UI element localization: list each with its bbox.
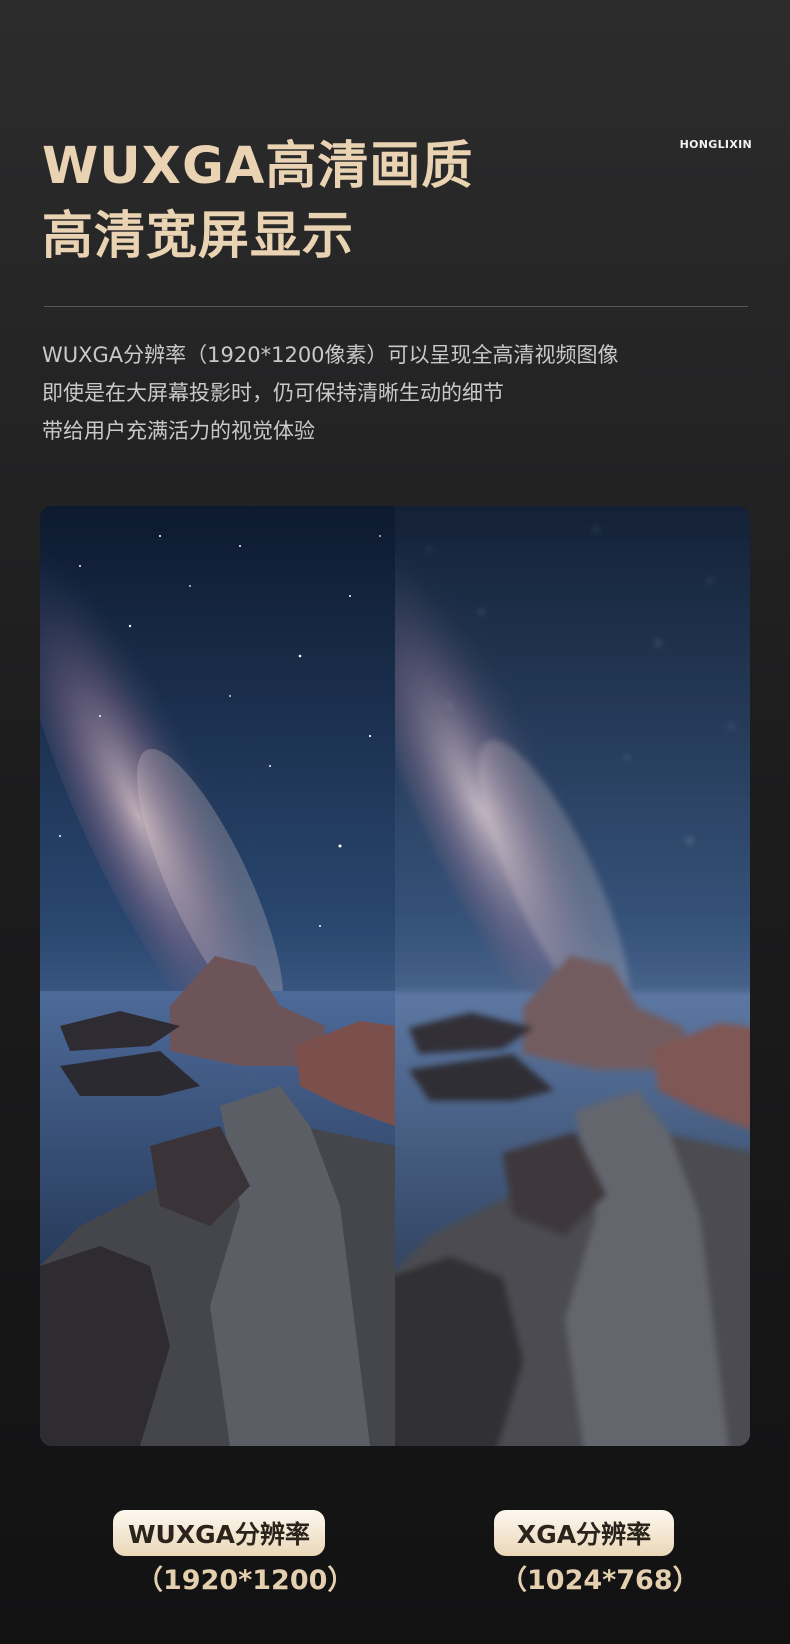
xga-label-badge: XGA分辨率 [494,1510,674,1556]
divider [44,306,748,307]
title-line-1: WUXGA高清画质 [42,137,474,196]
wuxga-sample-image [40,506,395,1446]
xga-sample-image [395,506,750,1446]
wuxga-label-badge: WUXGA分辨率 [113,1510,325,1556]
page-title: WUXGA高清画质 高清宽屏显示 [42,132,473,272]
description: WUXGA分辨率（1920*1200像素）可以呈现全高清视频图像 即使是在大屏幕… [42,336,619,450]
xga-resolution-text: （1024*768） [500,1565,700,1596]
resolution-comparison-image [40,506,750,1446]
description-line-1: WUXGA分辨率（1920*1200像素）可以呈现全高清视频图像 [42,343,619,367]
wuxga-resolution-text: （1920*1200） [136,1565,355,1596]
brand-logo-text: HONGLIXIN [679,138,752,151]
description-line-2: 即使是在大屏幕投影时，仍可保持清晰生动的细节 [42,381,504,405]
description-line-3: 带给用户充满活力的视觉体验 [42,419,315,443]
night-sky-coast-image-blurred [395,506,750,1446]
night-sky-coast-image [40,506,395,1446]
title-line-2: 高清宽屏显示 [42,207,355,266]
